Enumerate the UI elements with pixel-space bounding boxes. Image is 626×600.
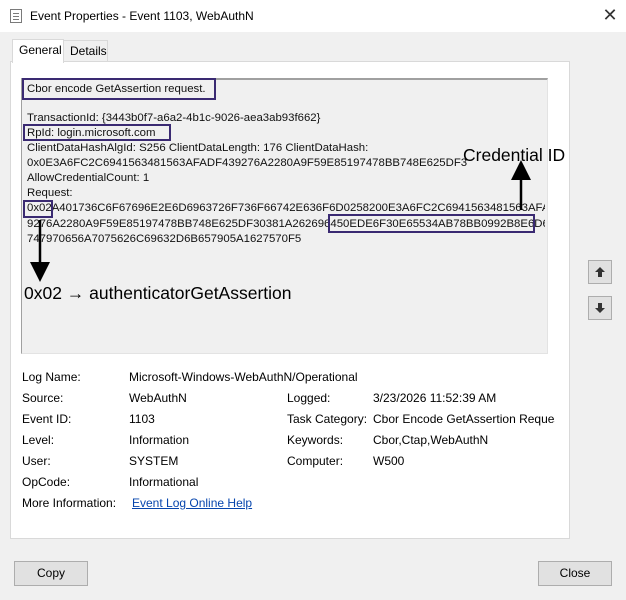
previous-event-button[interactable] xyxy=(588,260,612,284)
opcode-value: Informational xyxy=(129,475,199,489)
keywords-label: Keywords: xyxy=(287,433,344,447)
level-value: Information xyxy=(129,433,190,447)
arrow-down-icon xyxy=(595,303,605,313)
credential-id-annotation: Credential ID xyxy=(463,145,566,165)
event-id-label: Event ID: xyxy=(22,412,72,426)
copy-button[interactable]: Copy xyxy=(14,561,88,586)
logged-value: 3/23/2026 11:52:39 AM xyxy=(373,391,497,405)
more-information-label: More Information: xyxy=(22,496,117,510)
task-category-label: Task Category: xyxy=(287,412,368,426)
arrow-up-icon xyxy=(595,267,605,277)
opcode-label: OpCode: xyxy=(22,475,71,489)
user-label: User: xyxy=(22,454,51,468)
close-button[interactable]: Close xyxy=(538,561,612,586)
computer-value: W500 xyxy=(373,454,405,468)
task-category-value: Cbor Encode GetAssertion Reques xyxy=(373,412,555,426)
log-name-label: Log Name: xyxy=(22,370,81,384)
source-value: WebAuthN xyxy=(129,391,187,405)
level-label: Level: xyxy=(22,433,55,447)
next-event-button[interactable] xyxy=(588,296,612,320)
event-log-online-help-link[interactable]: Event Log Online Help xyxy=(132,496,252,510)
user-value: SYSTEM xyxy=(129,454,179,468)
logged-label: Logged: xyxy=(287,391,331,405)
opcode-annotation: 0x02 → authenticatorGetAssertion xyxy=(24,283,292,303)
computer-label: Computer: xyxy=(287,454,344,468)
keywords-value: Cbor,Ctap,WebAuthN xyxy=(373,433,489,447)
log-name-value: Microsoft-Windows-WebAuthN/Operational xyxy=(129,370,358,384)
event-id-value: 1103 xyxy=(129,412,155,426)
tab-general[interactable]: General xyxy=(12,39,64,63)
source-label: Source: xyxy=(22,391,64,405)
